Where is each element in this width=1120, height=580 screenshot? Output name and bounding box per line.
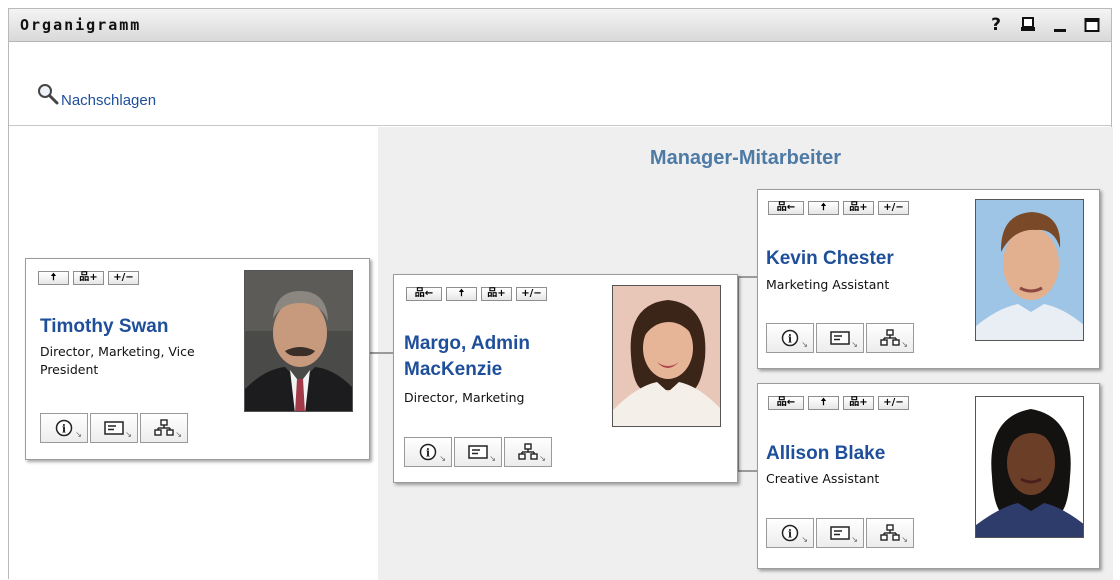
svg-text:i: i: [62, 423, 66, 436]
person-name-line: Margo, Admin: [404, 333, 530, 354]
email-button[interactable]: ↘: [454, 437, 502, 467]
person-title-line: Director, Marketing, Vice: [40, 344, 195, 359]
connector-line: [737, 470, 757, 472]
toggle-button[interactable]: +/−: [516, 287, 547, 301]
person-card-allison-blake: 品← 🠅 品+ +/− Allison Blake Creative Assis…: [757, 383, 1100, 569]
info-button[interactable]: i ↘: [766, 518, 814, 548]
expand-reports-button[interactable]: 品+: [843, 201, 874, 215]
info-icon: i: [781, 329, 799, 347]
lookup-label: Nachschlagen: [61, 92, 157, 109]
help-icon[interactable]: ?: [987, 15, 1005, 35]
card-toolbar: 品← 🠅 品+ +/−: [768, 201, 909, 215]
person-title-line: President: [40, 362, 99, 377]
card-actions: i ↘ ↘ ↘: [766, 518, 916, 548]
person-photo: [975, 396, 1084, 538]
lookup-toolbar: Nachschlagen: [9, 43, 1111, 126]
print-icon[interactable]: [1019, 15, 1037, 35]
person-name[interactable]: Allison Blake: [766, 441, 885, 467]
org-tree-icon: [518, 443, 538, 460]
toggle-button[interactable]: +/−: [878, 201, 909, 215]
card-icon: [830, 526, 850, 540]
info-button[interactable]: i ↘: [766, 323, 814, 353]
email-button[interactable]: ↘: [90, 413, 138, 443]
org-chart-button[interactable]: ↘: [866, 323, 914, 353]
person-title: Director, Marketing: [404, 390, 525, 405]
person-title: Creative Assistant: [766, 471, 880, 486]
up-level-button[interactable]: 🠅: [808, 201, 839, 215]
org-chart-portlet: Organigramm ? Nachschlagen Manager-Mitar…: [8, 8, 1113, 580]
connector-line: [737, 276, 757, 278]
up-level-button[interactable]: 🠅: [38, 271, 69, 285]
back-to-manager-button[interactable]: 品←: [768, 201, 804, 215]
info-icon: i: [781, 524, 799, 542]
org-chart-button[interactable]: ↘: [866, 518, 914, 548]
card-icon: [830, 331, 850, 345]
portlet-title: Organigramm: [20, 16, 142, 34]
expand-reports-button[interactable]: 品+: [843, 396, 874, 410]
person-photo: [612, 285, 721, 427]
up-level-button[interactable]: 🠅: [446, 287, 477, 301]
back-to-manager-button[interactable]: 品←: [768, 396, 804, 410]
person-name[interactable]: Timothy Swan: [40, 314, 168, 340]
person-name[interactable]: Kevin Chester: [766, 246, 894, 272]
toggle-button[interactable]: +/−: [108, 271, 139, 285]
person-card-kevin-chester: 品← 🠅 品+ +/− Kevin Chester Marketing Assi…: [757, 189, 1100, 369]
panel-title: Manager-Mitarbeiter: [649, 147, 842, 169]
portlet-titlebar: Organigramm ?: [9, 9, 1111, 42]
minimize-icon[interactable]: [1051, 15, 1069, 35]
card-toolbar: 🠅 品+ +/−: [38, 271, 139, 285]
connector-line: [370, 352, 394, 354]
up-level-button[interactable]: 🠅: [808, 396, 839, 410]
card-toolbar: 品← 🠅 品+ +/−: [768, 396, 909, 410]
expand-reports-button[interactable]: 品+: [481, 287, 512, 301]
card-actions: i ↘ ↘ ↘: [766, 323, 916, 353]
org-tree-icon: [154, 419, 174, 436]
info-icon: i: [55, 419, 73, 437]
info-button[interactable]: i ↘: [40, 413, 88, 443]
card-icon: [468, 445, 488, 459]
person-name[interactable]: Margo, Admin MacKenzie: [404, 331, 530, 383]
svg-text:i: i: [426, 447, 430, 460]
person-photo: [244, 270, 353, 412]
email-button[interactable]: ↘: [816, 323, 864, 353]
card-toolbar: 品← 🠅 品+ +/−: [406, 287, 547, 301]
email-button[interactable]: ↘: [816, 518, 864, 548]
person-title: Marketing Assistant: [766, 277, 890, 292]
person-photo: [975, 199, 1084, 341]
toggle-button[interactable]: +/−: [878, 396, 909, 410]
svg-text:i: i: [788, 528, 792, 541]
org-tree-icon: [880, 524, 900, 541]
card-icon: [104, 421, 124, 435]
info-icon: i: [419, 443, 437, 461]
maximize-icon[interactable]: [1083, 15, 1101, 35]
org-chart-button[interactable]: ↘: [140, 413, 188, 443]
magnifier-icon: [37, 83, 59, 109]
person-title: Director, Marketing, Vice President: [40, 343, 195, 379]
card-actions: i ↘ ↘ ↘: [404, 437, 554, 467]
person-name-line: MacKenzie: [404, 359, 503, 380]
svg-text:i: i: [788, 333, 792, 346]
card-actions: i ↘ ↘ ↘: [40, 413, 190, 443]
person-card-timothy-swan: 🠅 品+ +/− Timothy Swan Director, Marketin…: [25, 258, 370, 460]
lookup-link[interactable]: Nachschlagen: [37, 83, 156, 109]
info-button[interactable]: i ↘: [404, 437, 452, 467]
org-chart-button[interactable]: ↘: [504, 437, 552, 467]
portlet-controls: ?: [987, 15, 1101, 35]
back-to-manager-button[interactable]: 品←: [406, 287, 442, 301]
person-card-margo-mackenzie: 品← 🠅 品+ +/− Margo, Admin MacKenzie Direc…: [393, 274, 738, 483]
org-tree-icon: [880, 329, 900, 346]
expand-reports-button[interactable]: 品+: [73, 271, 104, 285]
